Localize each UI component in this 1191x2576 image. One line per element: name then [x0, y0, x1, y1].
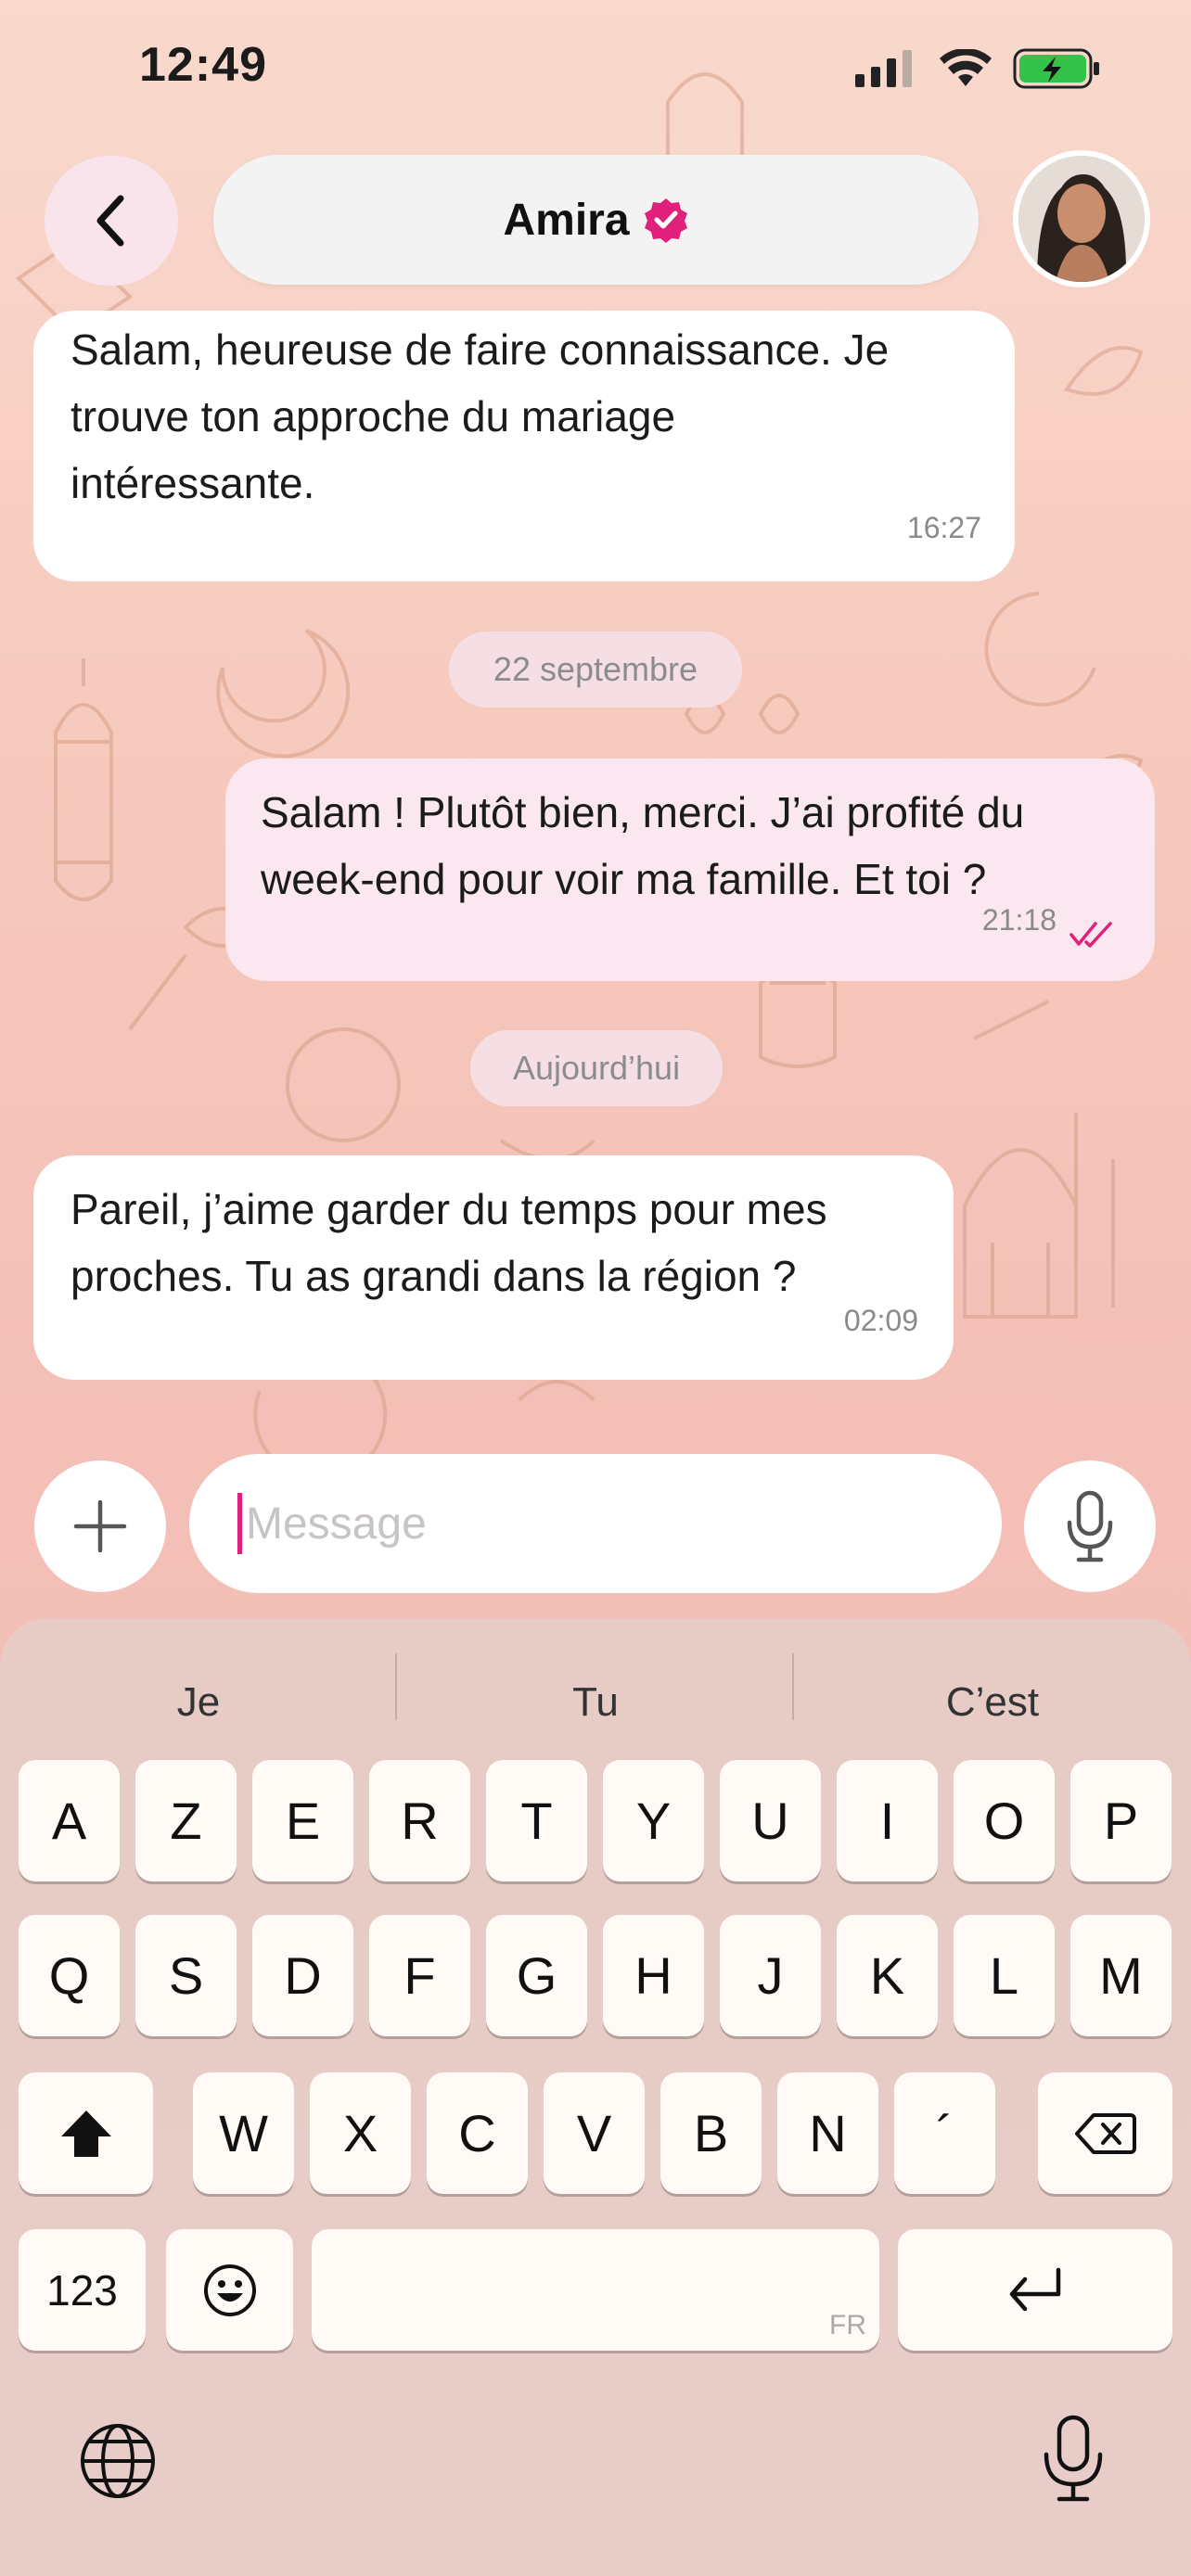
- key-k[interactable]: K: [837, 1915, 938, 2036]
- shift-key[interactable]: [19, 2072, 153, 2194]
- message-time: 16:27: [906, 511, 981, 544]
- status-icons: [855, 48, 1102, 89]
- key-s[interactable]: S: [135, 1915, 237, 2036]
- suggestion-2[interactable]: Tu: [475, 1679, 716, 1726]
- backspace-icon: [1074, 2112, 1136, 2154]
- key-l[interactable]: L: [954, 1915, 1055, 2036]
- verified-badge-icon: [644, 198, 687, 243]
- key-accent[interactable]: ´: [894, 2072, 995, 2194]
- key-q[interactable]: Q: [19, 1915, 120, 2036]
- delete-key[interactable]: [1038, 2072, 1172, 2194]
- key-x[interactable]: X: [310, 2072, 411, 2194]
- space-key[interactable]: FR: [312, 2229, 879, 2351]
- key-u[interactable]: U: [720, 1760, 821, 1881]
- date-separator: 22 septembre: [449, 631, 742, 708]
- message-line: Pareil, j’aime garder du temps pour mes: [70, 1185, 827, 1233]
- wifi-icon: [940, 49, 992, 86]
- return-icon: [1009, 2267, 1061, 2311]
- key-w[interactable]: W: [193, 2072, 294, 2194]
- contact-name: Amira: [503, 195, 630, 245]
- key-p[interactable]: P: [1070, 1760, 1172, 1881]
- key-j[interactable]: J: [720, 1915, 821, 2036]
- key-v[interactable]: V: [544, 2072, 645, 2194]
- key-y[interactable]: Y: [603, 1760, 704, 1881]
- key-m[interactable]: M: [1070, 1915, 1172, 2036]
- message-placeholder: Message: [246, 1498, 427, 1549]
- key-b[interactable]: B: [660, 2072, 762, 2194]
- message-line: intéressante.: [70, 459, 315, 507]
- key-t[interactable]: T: [486, 1760, 587, 1881]
- key-g[interactable]: G: [486, 1915, 587, 2036]
- signal-icon: [855, 50, 912, 87]
- message-bubble-incoming[interactable]: Salam, heureuse de faire connaissance. J…: [33, 311, 1015, 581]
- message-input[interactable]: Message: [189, 1454, 1002, 1593]
- key-n[interactable]: N: [777, 2072, 878, 2194]
- message-line: proches. Tu as grandi dans la région ?: [70, 1252, 797, 1300]
- message-bubble-outgoing[interactable]: Salam ! Plutôt bien, merci. J’ai profité…: [225, 759, 1155, 981]
- shift-arrow-icon: [60, 2110, 111, 2157]
- contact-header[interactable]: Amira: [213, 155, 979, 285]
- key-o[interactable]: O: [954, 1760, 1055, 1881]
- suggestion-divider: [395, 1653, 397, 1720]
- key-f[interactable]: F: [369, 1915, 470, 2036]
- message-bubble-incoming[interactable]: Pareil, j’aime garder du temps pour mes …: [33, 1155, 954, 1380]
- suggestion-divider: [792, 1653, 794, 1720]
- contact-avatar[interactable]: [1013, 150, 1150, 287]
- key-z[interactable]: Z: [135, 1760, 237, 1881]
- key-i[interactable]: I: [837, 1760, 938, 1881]
- key-e[interactable]: E: [252, 1760, 353, 1881]
- key-h[interactable]: H: [603, 1915, 704, 2036]
- return-key[interactable]: [898, 2229, 1172, 2351]
- message-time: 21:18: [981, 903, 1057, 937]
- key-a[interactable]: A: [19, 1760, 120, 1881]
- globe-icon[interactable]: [78, 2421, 158, 2501]
- avatar-photo: [1018, 156, 1145, 282]
- space-language-label: FR: [829, 2310, 866, 2340]
- key-d[interactable]: D: [252, 1915, 353, 2036]
- read-receipt-icon: [1069, 922, 1112, 948]
- chevron-left-icon: [96, 195, 124, 247]
- attach-button[interactable]: [34, 1460, 166, 1592]
- text-caret: [237, 1493, 242, 1554]
- message-time: 02:09: [843, 1304, 918, 1337]
- message-line: Salam, heureuse de faire connaissance. J…: [70, 325, 890, 374]
- date-separator: Aujourd’hui: [470, 1030, 723, 1106]
- message-line: trouve ton approche du mariage: [70, 392, 676, 440]
- key-r[interactable]: R: [369, 1760, 470, 1881]
- battery-icon: [1013, 48, 1099, 89]
- key-c[interactable]: C: [427, 2072, 528, 2194]
- keyboard: Je Tu C’est A Z E R T Y U I O P Q S D F …: [0, 1618, 1191, 2576]
- plus-icon: [73, 1499, 127, 1553]
- emoji-key[interactable]: [166, 2229, 293, 2351]
- back-button[interactable]: [45, 156, 178, 286]
- numbers-key[interactable]: 123: [19, 2229, 146, 2351]
- emoji-icon: [203, 2264, 256, 2316]
- dictation-microphone-icon[interactable]: [1041, 2414, 1106, 2503]
- microphone-icon: [1067, 1490, 1113, 1562]
- suggestion-1[interactable]: Je: [78, 1679, 319, 1726]
- suggestion-3[interactable]: C’est: [872, 1679, 1113, 1726]
- message-line: Salam ! Plutôt bien, merci. J’ai profité…: [261, 788, 1025, 836]
- status-time: 12:49: [139, 38, 267, 92]
- voice-message-button[interactable]: [1024, 1460, 1156, 1592]
